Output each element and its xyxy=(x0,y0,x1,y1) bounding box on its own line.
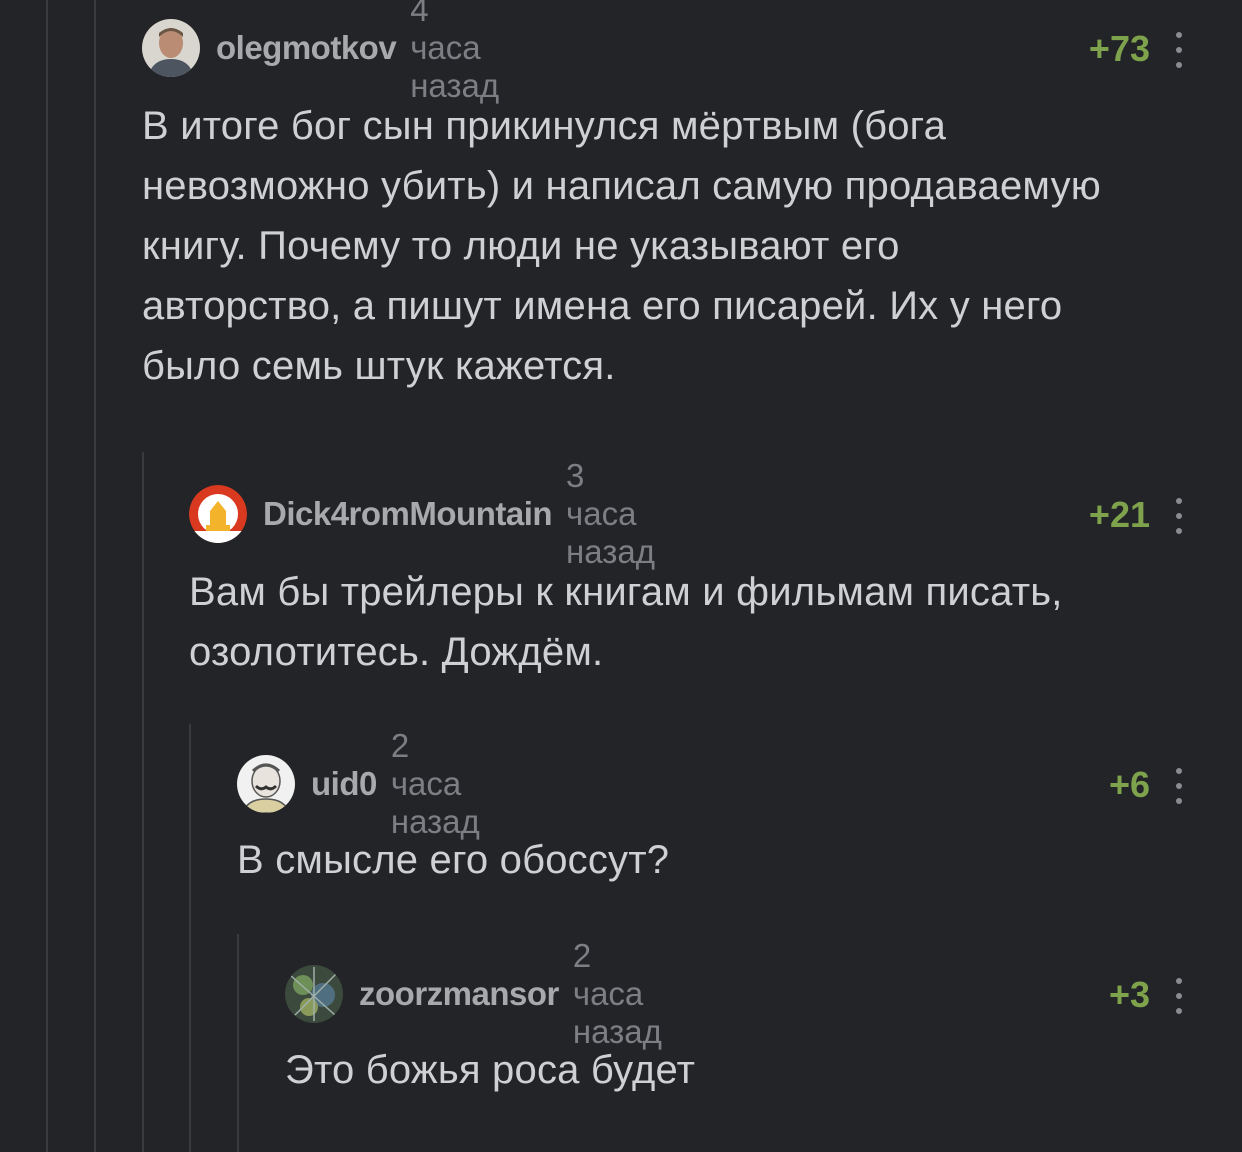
comment-text: Это божья роса будет xyxy=(285,1048,696,1092)
comment-rating: +21 xyxy=(1088,494,1150,535)
thread-line[interactable] xyxy=(142,452,144,1152)
thread-line[interactable] xyxy=(46,0,48,1152)
thread-line[interactable] xyxy=(94,0,96,1152)
comment-time[interactable]: 3 часа назад xyxy=(566,457,655,571)
username[interactable]: olegmotkov xyxy=(216,29,397,67)
username[interactable]: Dick4romMountain xyxy=(263,495,553,533)
more-vertical-icon[interactable] xyxy=(1174,978,1184,1014)
comment-time[interactable]: 4 часа назад xyxy=(410,0,499,105)
comment-text: В итоге бог сын прикинулся мёртвым (бога… xyxy=(142,104,1101,388)
avatar[interactable] xyxy=(237,755,295,813)
comments-thread: olegmotkov 4 часа назад +73 В итоге бог … xyxy=(0,0,1242,1152)
avatar[interactable] xyxy=(142,19,200,77)
comment-text: Вам бы трейлеры к книгам и фильмам писат… xyxy=(189,570,1063,674)
username[interactable]: zoorzmansor xyxy=(359,975,559,1013)
comment-header: olegmotkov 4 часа назад xyxy=(142,0,499,104)
comment-text: В смысле его обоссут? xyxy=(237,838,670,882)
comment-rating: +6 xyxy=(1108,764,1150,805)
more-vertical-icon[interactable] xyxy=(1174,498,1184,534)
thread-line[interactable] xyxy=(189,724,191,1152)
more-vertical-icon[interactable] xyxy=(1174,32,1184,68)
comment-rating: +73 xyxy=(1088,28,1150,69)
comment-time[interactable]: 2 часа назад xyxy=(391,727,480,841)
comment-header: Dick4romMountain 3 часа назад xyxy=(189,457,655,570)
username[interactable]: uid0 xyxy=(311,765,377,803)
comment-time[interactable]: 2 часа назад xyxy=(573,937,662,1051)
avatar[interactable] xyxy=(189,485,247,543)
comment-header: zoorzmansor 2 часа назад xyxy=(285,937,662,1050)
more-vertical-icon[interactable] xyxy=(1174,768,1184,804)
comment-rating: +3 xyxy=(1108,974,1150,1015)
thread-line[interactable] xyxy=(237,934,239,1152)
comment-header: uid0 2 часа назад xyxy=(237,727,480,840)
avatar[interactable] xyxy=(285,965,343,1023)
